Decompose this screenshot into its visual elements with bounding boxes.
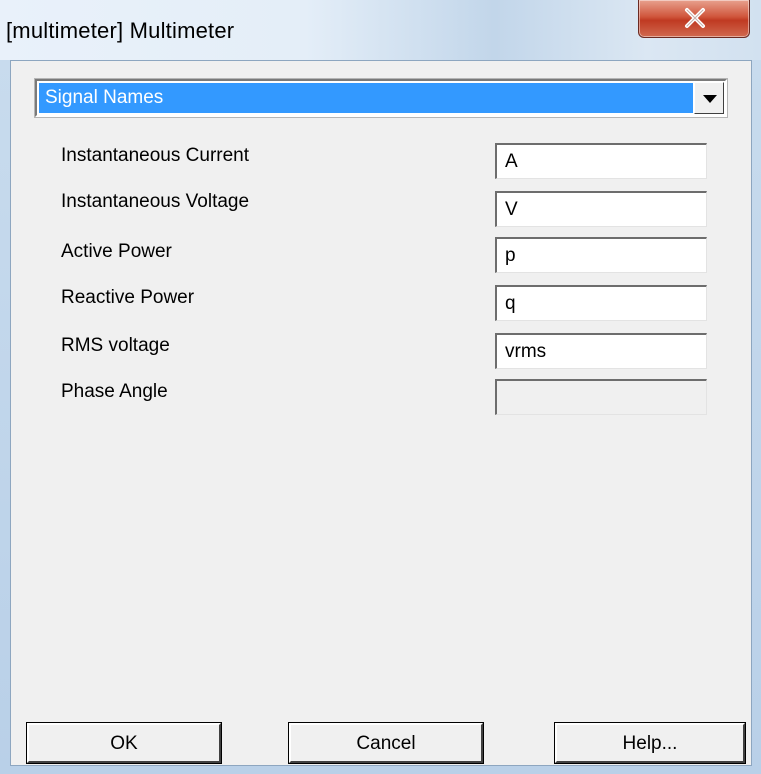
multimeter-dialog: [multimeter] Multimeter Signal Names Ins… (0, 0, 761, 774)
chevron-down-icon (703, 95, 717, 103)
help-button[interactable]: Help... (554, 722, 746, 764)
label-rms-voltage: RMS voltage (61, 335, 170, 356)
signal-names-dropdown[interactable]: Signal Names (34, 78, 728, 118)
close-button[interactable] (638, 0, 750, 38)
field-reactive-power[interactable] (495, 285, 707, 321)
dialog-body: Signal Names Instantaneous Current Insta… (10, 60, 752, 766)
label-active-power: Active Power (61, 241, 172, 262)
dropdown-selected-value[interactable]: Signal Names (39, 83, 693, 113)
label-reactive-power: Reactive Power (61, 287, 195, 308)
field-rms-voltage[interactable] (495, 333, 707, 369)
cancel-button[interactable]: Cancel (288, 722, 484, 764)
ok-button[interactable]: OK (26, 722, 222, 764)
close-icon (685, 8, 705, 28)
title-bar[interactable]: [multimeter] Multimeter (0, 0, 761, 60)
field-phase-angle (495, 379, 707, 415)
dropdown-arrow-button[interactable] (694, 82, 724, 114)
label-phase-angle: Phase Angle (61, 381, 168, 402)
label-instantaneous-voltage: Instantaneous Voltage (61, 191, 250, 212)
field-active-power[interactable] (495, 237, 707, 273)
window-title: [multimeter] Multimeter (6, 18, 235, 43)
field-instantaneous-current[interactable] (495, 143, 707, 179)
label-instantaneous-current: Instantaneous Current (61, 145, 250, 166)
field-instantaneous-voltage[interactable] (495, 191, 707, 227)
